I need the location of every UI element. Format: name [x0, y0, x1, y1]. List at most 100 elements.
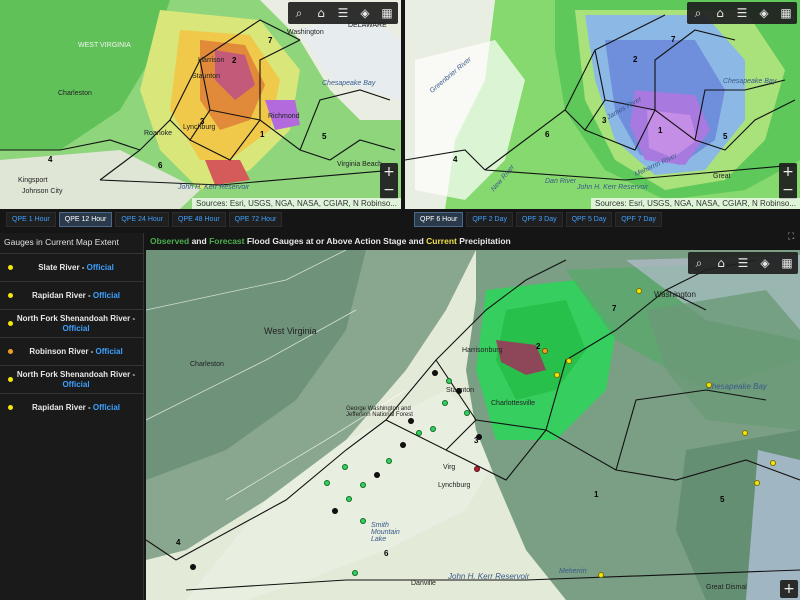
gauge-marker[interactable] — [446, 378, 452, 384]
gauge-separator: - — [85, 290, 93, 300]
label-kerr-reservoir: John H. Kerr Reservoir — [577, 184, 649, 191]
gauge-official-link[interactable]: Official — [93, 291, 120, 300]
gauge-marker[interactable] — [190, 564, 196, 570]
label-danville: Danville — [411, 580, 436, 587]
gauge-marker[interactable] — [386, 458, 392, 464]
label-chesapeake-bay: Chesapeake Bay — [322, 80, 376, 87]
gauge-marker[interactable] — [332, 508, 338, 514]
gauge-name: Slate River — [38, 262, 80, 272]
gauge-marker[interactable] — [464, 410, 470, 416]
region-number: 6 — [545, 130, 550, 139]
gauge-marker[interactable] — [346, 496, 352, 502]
layers-icon[interactable]: ◈ — [754, 252, 776, 274]
gauge-official-link[interactable]: Official — [62, 324, 89, 333]
basemap-icon[interactable]: ▦ — [776, 252, 798, 274]
tab-qpf-5-day[interactable]: QPF 5 Day — [565, 212, 613, 227]
zoom-in-button[interactable]: + — [779, 163, 797, 181]
search-icon[interactable]: ⌕ — [687, 2, 709, 24]
gauge-marker[interactable] — [360, 518, 366, 524]
basemap-icon[interactable]: ▦ — [775, 2, 797, 24]
gauge-marker[interactable] — [342, 464, 348, 470]
gauge-separator: - — [85, 402, 93, 412]
gauge-list-item[interactable]: Slate River - Official — [0, 253, 143, 281]
gauge-marker[interactable] — [442, 400, 448, 406]
gauge-list-item[interactable]: Rapidan River - Official — [0, 281, 143, 309]
gauge-official-link[interactable]: Official — [87, 263, 114, 272]
zoom-in-button[interactable]: + — [380, 163, 398, 181]
gauge-marker[interactable] — [360, 482, 366, 488]
heading-middle: Flood Gauges at or Above Action Stage an… — [244, 236, 427, 246]
gauge-marker[interactable] — [352, 570, 358, 576]
layers-icon[interactable]: ◈ — [753, 2, 775, 24]
tab-qpe-24-hour[interactable]: QPE 24 Hour — [115, 212, 170, 227]
region-number: 3 — [200, 117, 205, 126]
gauge-marker[interactable] — [374, 472, 380, 478]
list-icon[interactable]: ☰ — [731, 2, 753, 24]
gauge-official-link[interactable]: Official — [96, 347, 123, 356]
map-toolbar: ⌕ ⌂ ☰ ◈ ▦ — [687, 2, 797, 24]
qpf-map[interactable]: Greenbrier River James River New River D… — [405, 0, 800, 209]
gauge-list-item[interactable]: Robinson River - Official — [0, 337, 143, 365]
search-icon[interactable]: ⌕ — [688, 252, 710, 274]
gauge-list-item[interactable]: Rapidan River - Official — [0, 393, 143, 421]
label-smith-mountain-lake: Smith Mountain Lake — [371, 522, 400, 543]
main-map[interactable]: West Virginia Charleston Harrisonburg St… — [146, 250, 800, 600]
gauge-marker[interactable] — [754, 480, 760, 486]
home-icon[interactable]: ⌂ — [709, 2, 731, 24]
label-great-dismal: Great Dismal — [706, 584, 747, 591]
gauge-official-link[interactable]: Official — [62, 380, 89, 389]
layers-icon[interactable]: ◈ — [354, 2, 376, 24]
tab-qpf-7-day[interactable]: QPF 7 Day — [615, 212, 662, 227]
tab-qpf-6-hour[interactable]: QPF 6 Hour — [414, 212, 464, 227]
basemap-icon[interactable]: ▦ — [376, 2, 398, 24]
region-number: 3 — [602, 116, 607, 125]
label-west-virginia: WEST VIRGINIA — [78, 42, 131, 49]
gauge-name: North Fork Shenandoah River — [16, 313, 131, 323]
gauge-marker[interactable] — [476, 434, 482, 440]
gauge-marker[interactable] — [706, 382, 712, 388]
gauge-marker[interactable] — [636, 288, 642, 294]
gauge-marker[interactable] — [456, 388, 462, 394]
gauge-marker[interactable] — [474, 466, 480, 472]
region-number: 6 — [158, 161, 163, 170]
region-number: 5 — [723, 132, 728, 141]
tab-qpf-3-day[interactable]: QPF 3 Day — [515, 212, 563, 227]
gauge-marker[interactable] — [554, 372, 560, 378]
gauge-marker[interactable] — [430, 426, 436, 432]
gauge-marker[interactable] — [566, 358, 572, 364]
gauge-list-item[interactable]: North Fork Shenandoah River - Official — [0, 309, 143, 337]
tab-qpe-1-hour[interactable]: QPE 1 Hour — [6, 212, 56, 227]
gauge-marker[interactable] — [324, 480, 330, 486]
gauge-marker[interactable] — [400, 442, 406, 448]
tab-qpe-72-hour[interactable]: QPE 72 Hour — [228, 212, 283, 227]
qpe-map-graphics — [0, 0, 401, 209]
tab-qpf-2-day[interactable]: QPF 2 Day — [466, 212, 513, 227]
list-icon[interactable]: ☰ — [332, 2, 354, 24]
tab-qpe-48-hour[interactable]: QPE 48 Hour — [172, 212, 226, 227]
zoom-in-button[interactable]: + — [780, 580, 798, 598]
gauge-marker[interactable] — [432, 370, 438, 376]
gauge-marker[interactable] — [416, 430, 422, 436]
heading-end: Precipitation — [456, 236, 511, 246]
home-icon[interactable]: ⌂ — [310, 2, 332, 24]
gauge-marker[interactable] — [770, 460, 776, 466]
label-johnson-city: Johnson City — [22, 188, 63, 195]
gauge-list-item[interactable]: North Fork Shenandoah River - Official — [0, 365, 143, 393]
gauge-label: North Fork Shenandoah River - Official — [13, 314, 139, 334]
zoom-out-button[interactable]: − — [779, 181, 797, 199]
qpe-tabs: QPE 1 Hour QPE 12 Hour QPE 24 Hour QPE 4… — [6, 212, 283, 227]
search-icon[interactable]: ⌕ — [288, 2, 310, 24]
gauge-marker[interactable] — [598, 572, 604, 578]
expand-icon[interactable]: ⛶ — [788, 231, 798, 241]
qpe-map[interactable]: WEST VIRGINIA Charleston Harrison Staunt… — [0, 0, 401, 209]
list-icon[interactable]: ☰ — [732, 252, 754, 274]
gauge-official-link[interactable]: Official — [93, 403, 120, 412]
gauge-marker[interactable] — [542, 348, 548, 354]
zoom-out-button[interactable]: − — [380, 181, 398, 199]
heading-current: Current — [426, 236, 457, 246]
home-icon[interactable]: ⌂ — [710, 252, 732, 274]
tab-qpe-12-hour[interactable]: QPE 12 Hour — [58, 212, 113, 227]
gauge-marker[interactable] — [742, 430, 748, 436]
sidebar-title: Gauges in Current Map Extent — [4, 237, 119, 247]
gauge-marker[interactable] — [408, 418, 414, 424]
